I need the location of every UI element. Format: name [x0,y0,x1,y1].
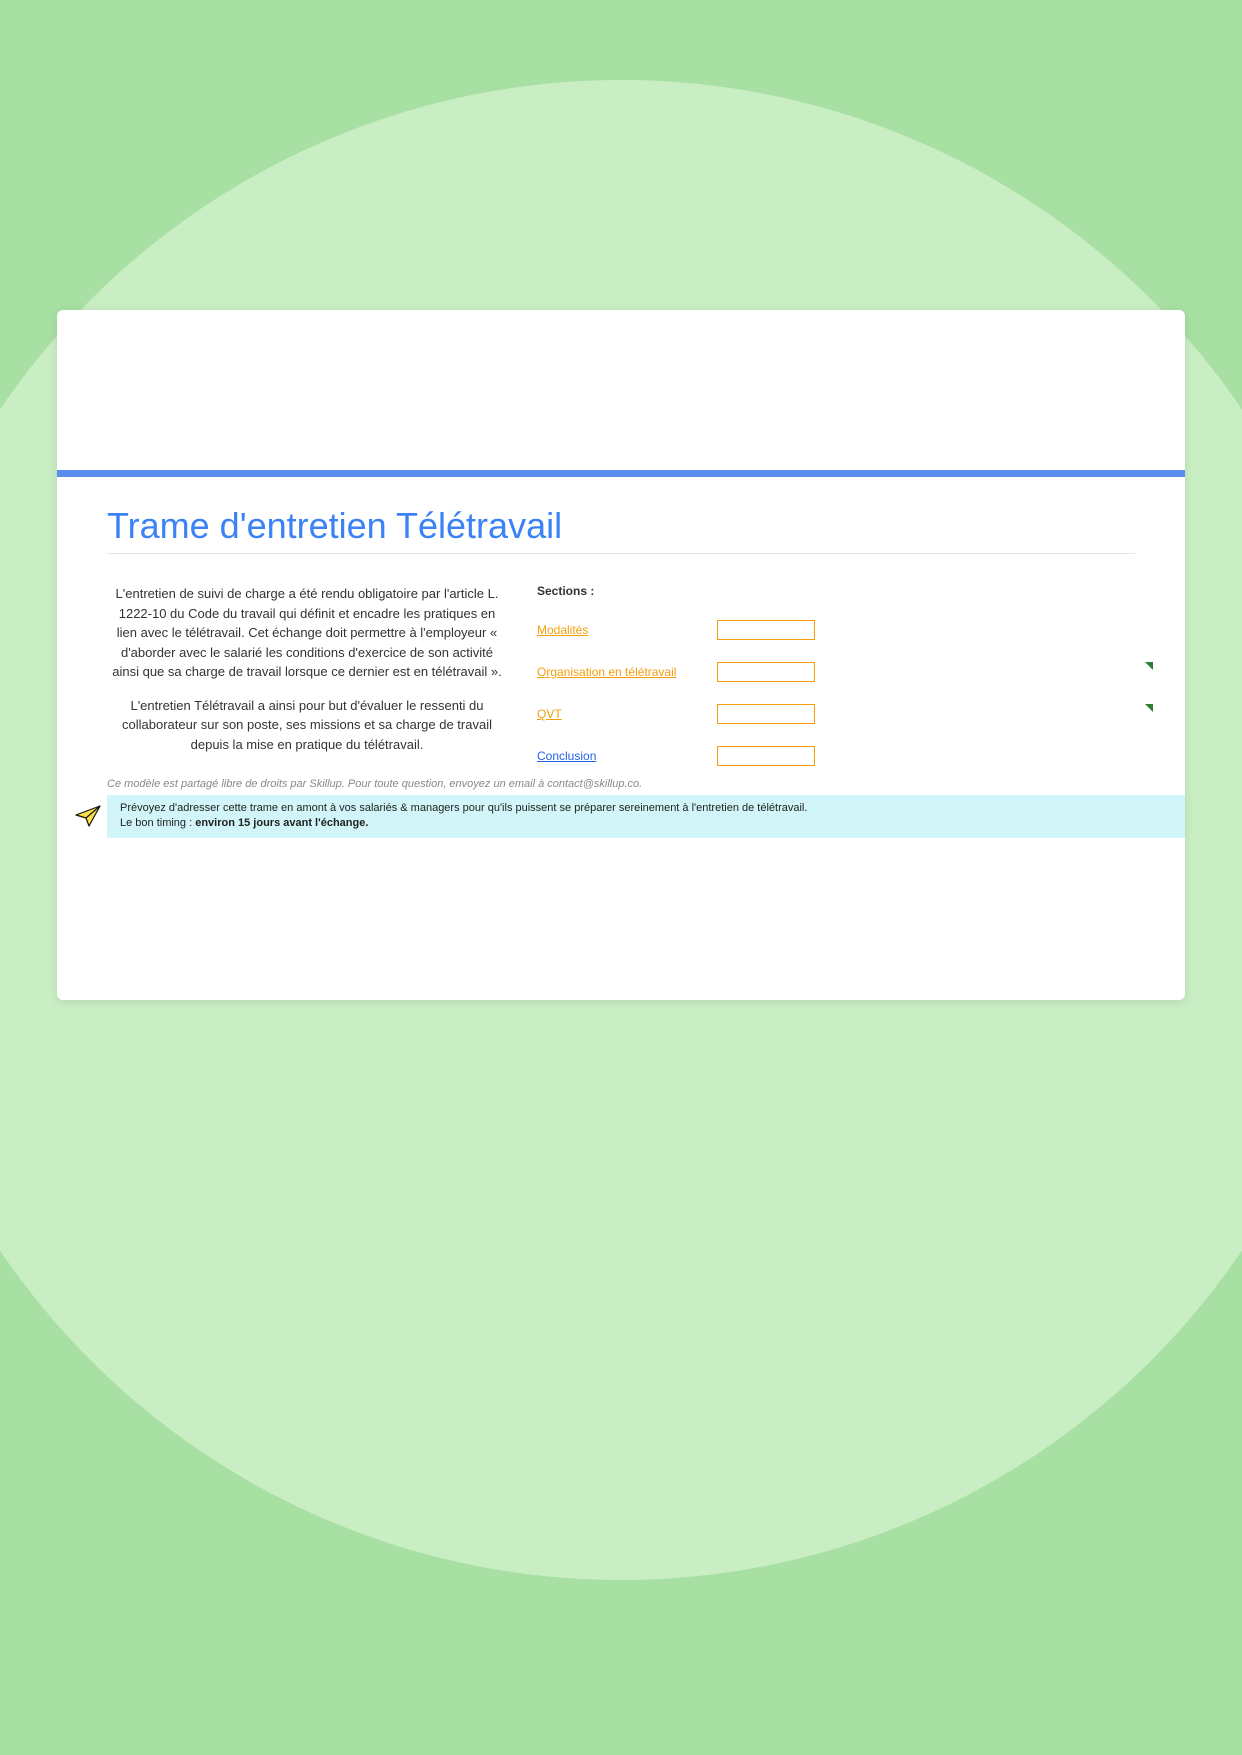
content-area: Trame d'entretien Télétravail L'entretie… [107,505,1135,788]
tip-line2-bold: environ 15 jours avant l'échange. [195,817,368,829]
section-row-qvt: QVT [537,704,1135,724]
footer-note: Ce modèle est partagé libre de droits pa… [107,778,1135,790]
tip-line2-prefix: Le bon timing : [120,817,195,829]
page-title: Trame d'entretien Télétravail [107,505,1135,554]
section-input-qvt[interactable] [717,704,815,724]
section-link-conclusion[interactable]: Conclusion [537,749,697,763]
two-column-layout: L'entretien de suivi de charge a été ren… [107,584,1135,788]
intro-paragraph-1: L'entretien de suivi de charge a été ren… [107,584,507,682]
section-link-modalites[interactable]: Modalités [537,623,697,637]
intro-column: L'entretien de suivi de charge a été ren… [107,584,507,788]
tip-bar: Prévoyez d'adresser cette trame en amont… [57,795,1185,838]
section-row-organisation: Organisation en télétravail [537,662,1135,682]
comment-mark-icon [1145,704,1153,720]
tip-line1: Prévoyez d'adresser cette trame en amont… [120,802,807,814]
section-row-conclusion: Conclusion [537,746,1135,766]
tip-text: Prévoyez d'adresser cette trame en amont… [107,795,1185,838]
sections-heading: Sections : [537,584,1135,598]
comment-mark-icon [1145,662,1153,678]
document-page: Trame d'entretien Télétravail L'entretie… [57,310,1185,1000]
intro-paragraph-2: L'entretien Télétravail a ainsi pour but… [107,696,507,755]
section-row-modalites: Modalités [537,620,1135,640]
section-link-qvt[interactable]: QVT [537,707,697,721]
paper-plane-icon [57,805,107,827]
section-input-organisation[interactable] [717,662,815,682]
section-link-organisation[interactable]: Organisation en télétravail [537,665,697,679]
sections-column: Sections : Modalités Organisation en tél… [537,584,1135,788]
top-accent-bar [57,470,1185,477]
section-input-modalites[interactable] [717,620,815,640]
section-input-conclusion[interactable] [717,746,815,766]
